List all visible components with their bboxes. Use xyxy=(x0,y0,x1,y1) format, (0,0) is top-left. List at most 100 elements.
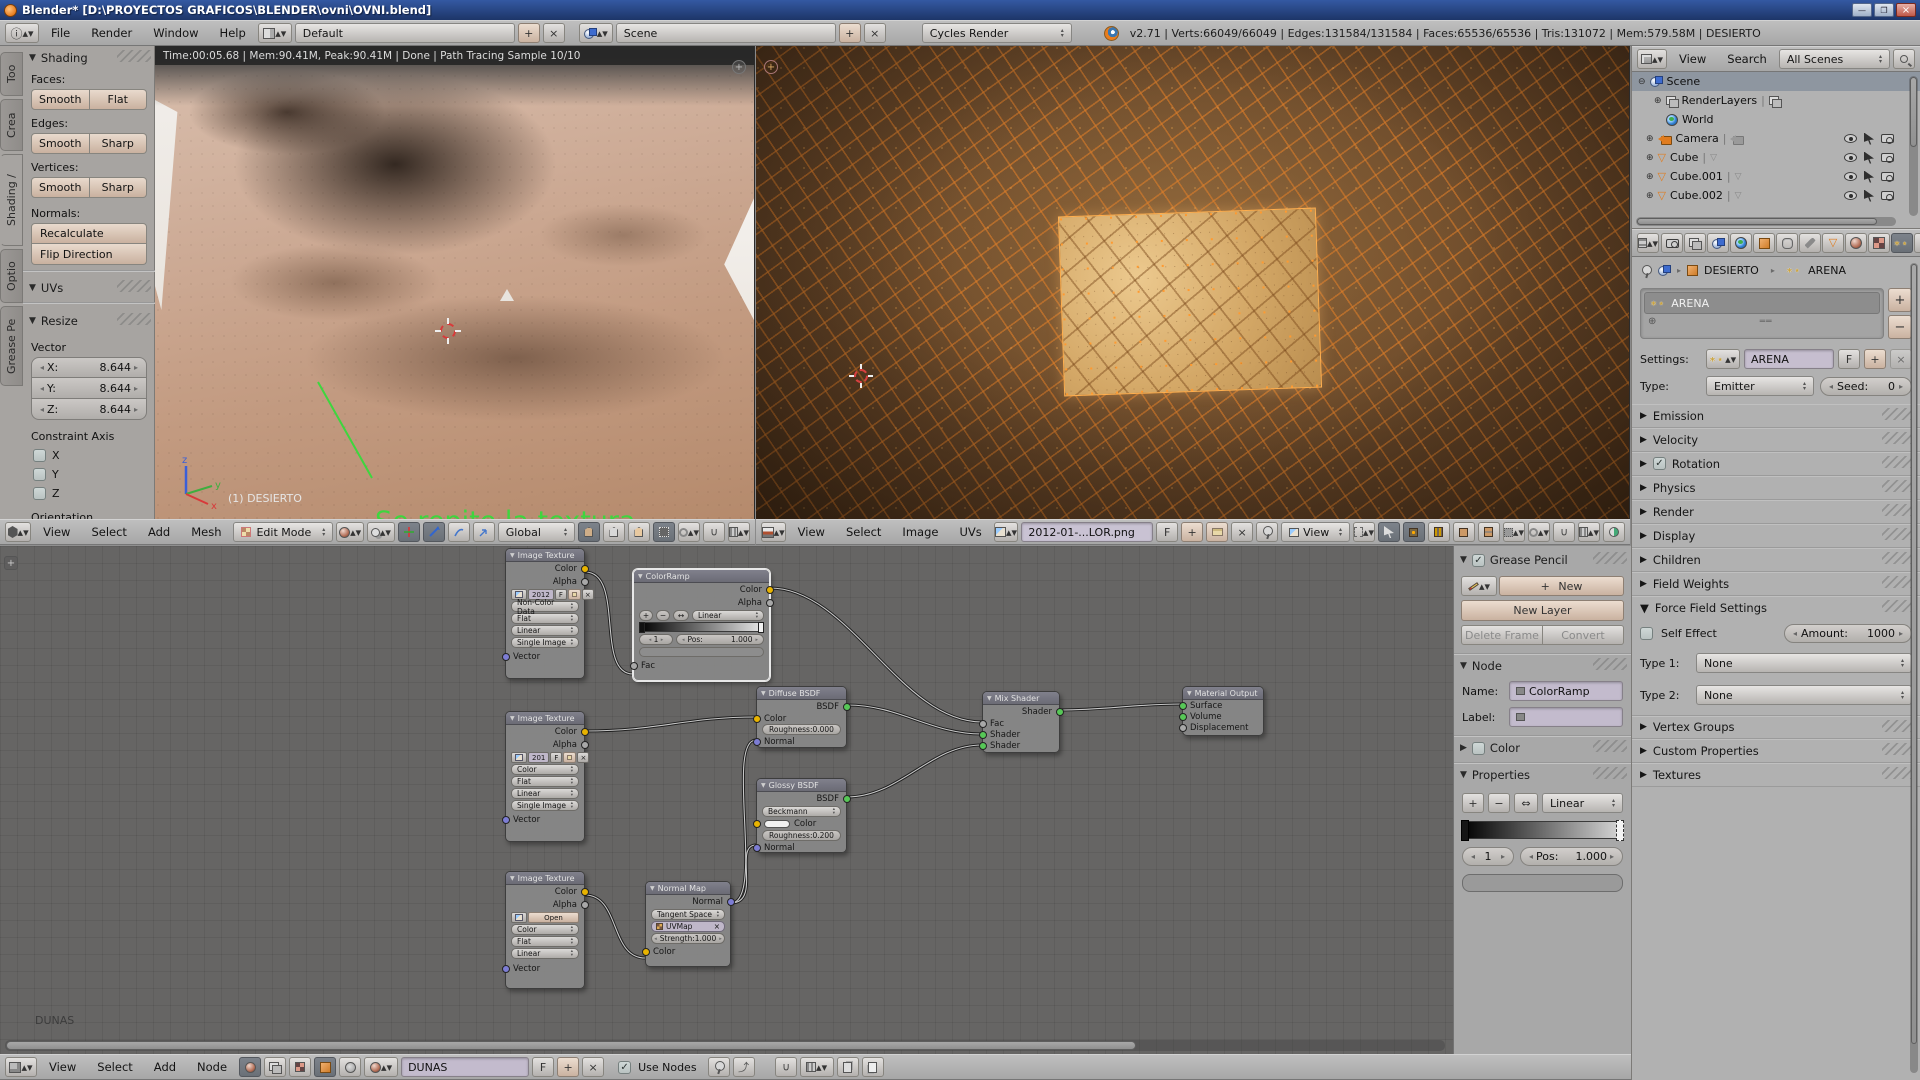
node-image-texture-1[interactable]: ▼Image Texture Color Alpha 2012 F × Non-… xyxy=(505,548,585,679)
uv-menu-select[interactable]: Select xyxy=(837,519,890,545)
delete-layout-button[interactable]: × xyxy=(543,23,565,43)
tab-world[interactable] xyxy=(1730,233,1752,253)
particle-system-item[interactable]: *﹡ ARENA xyxy=(1644,292,1880,314)
breadcrumb-particles[interactable]: ARENA xyxy=(1808,264,1846,277)
node-menu-node[interactable]: Node xyxy=(188,1054,236,1080)
vertices-sharp-button[interactable]: Sharp xyxy=(90,177,148,198)
outliner-editor-type-button[interactable]: ▴▾ xyxy=(1637,49,1667,69)
faces-smooth-button[interactable]: Smooth xyxy=(31,89,90,110)
menu-help[interactable]: Help xyxy=(211,20,255,46)
socket-alpha-out[interactable] xyxy=(766,599,774,607)
grease-pencil-checkbox[interactable]: ✓ xyxy=(1472,554,1485,567)
selectable-cursor-icon[interactable] xyxy=(1864,171,1874,183)
uv-pivot-select[interactable]: View▴▾ xyxy=(1281,522,1350,542)
visibility-eye-icon[interactable] xyxy=(1844,153,1857,162)
outliner-menu-view[interactable]: View xyxy=(1670,46,1715,72)
delete-scene-button[interactable]: × xyxy=(864,23,886,43)
mode-select[interactable]: Edit Mode▴▾ xyxy=(233,522,333,542)
panel-physics[interactable]: ▶Physics xyxy=(1632,476,1920,500)
ramp-interpolation-select[interactable]: Linear▴▾ xyxy=(692,610,764,621)
outliner-menu-search[interactable]: Search xyxy=(1718,46,1776,72)
socket-vector-in[interactable] xyxy=(502,965,510,973)
tab-texture[interactable] xyxy=(1868,233,1890,253)
outliner-row-camera[interactable]: ⊕ Camera | xyxy=(1632,129,1920,148)
uv-editor-type-button[interactable]: ▴▾ xyxy=(761,522,786,542)
strength-field[interactable]: ◂Strength:1.000▸ xyxy=(651,933,725,944)
copy-nodes-button[interactable] xyxy=(837,1057,859,1077)
close-button[interactable]: × xyxy=(1896,3,1916,17)
node-editor-type-button[interactable]: ▴▾ xyxy=(5,1057,37,1077)
resize-panel-header[interactable]: ▼Resize xyxy=(23,309,155,333)
manipulator-extra-button[interactable] xyxy=(473,522,495,542)
render-opengl-button[interactable]: ▴▾ xyxy=(728,522,750,542)
viewport-menu-mesh[interactable]: Mesh xyxy=(182,519,230,545)
properties-panel-header[interactable]: ▼Properties xyxy=(1454,763,1631,787)
add-scene-button[interactable]: + xyxy=(839,23,861,43)
viewport-shading-button[interactable]: ▴▾ xyxy=(336,522,364,542)
socket-volume-in[interactable] xyxy=(1179,713,1187,721)
selectable-cursor-icon[interactable] xyxy=(1864,190,1874,202)
type1-select[interactable]: None▴▾ xyxy=(1696,653,1912,673)
uv-sticky-select-button[interactable] xyxy=(1378,522,1400,542)
uv-menu-view[interactable]: View xyxy=(789,519,834,545)
node-snap-button[interactable]: ∩ xyxy=(775,1057,797,1077)
socket-bsdf-out[interactable] xyxy=(843,703,851,711)
ramp-panel-interp-select[interactable]: Linear▴▾ xyxy=(1542,793,1623,813)
limit-selection-button[interactable] xyxy=(653,522,675,542)
panel-children[interactable]: ▶Children xyxy=(1632,548,1920,572)
edge-select-button[interactable] xyxy=(603,522,625,542)
shelf-tab-tools[interactable]: Too xyxy=(0,52,23,96)
node-image-texture-3[interactable]: ▼Image Texture Color Alpha Open Color▴▾ … xyxy=(505,871,585,989)
socket-color-in[interactable] xyxy=(642,948,650,956)
outliner-row-scene[interactable]: ⊖ Scene xyxy=(1632,72,1920,91)
socket-color-in[interactable] xyxy=(753,715,761,723)
particle-system-remove-button[interactable]: − xyxy=(1888,315,1912,339)
shelf-tab-grease-pencil[interactable]: Grease Pe xyxy=(0,306,23,386)
socket-shader1-in[interactable] xyxy=(979,731,987,739)
socket-shader-out[interactable] xyxy=(1056,708,1064,716)
panel-display[interactable]: ▶Display xyxy=(1632,524,1920,548)
outliner-row-cube002[interactable]: ⊕ ▽ Cube.002 | ▽ xyxy=(1632,186,1920,205)
outliner-vscrollbar[interactable] xyxy=(1909,76,1918,216)
tab-object[interactable] xyxy=(1753,233,1775,253)
ramp-panel-flip-button[interactable]: ⇔ xyxy=(1514,793,1538,813)
node-colorramp[interactable]: ▼ColorRamp Color Alpha + − ↔ Linear▴▾ ◂ … xyxy=(633,569,770,681)
vector-y-field[interactable]: ◂Y:8.644▸ xyxy=(31,378,147,399)
image-fake-user-button[interactable]: F xyxy=(1156,522,1178,542)
unlink-image-button[interactable]: × xyxy=(582,589,594,600)
ramp-color-swatch[interactable] xyxy=(639,647,764,657)
outliner-hscrollbar[interactable] xyxy=(1636,217,1896,226)
uv-snap-button[interactable]: ▴▾ xyxy=(1503,522,1525,542)
parent-node-tree-button[interactable]: ⤴ xyxy=(733,1057,755,1077)
node-panel-header[interactable]: ▼Node xyxy=(1454,654,1631,678)
panel-velocity[interactable]: ▶Velocity xyxy=(1632,428,1920,452)
uv-selected-region[interactable] xyxy=(1058,208,1322,397)
socket-surface-in[interactable] xyxy=(1179,702,1187,710)
manipulator-rotate-button[interactable] xyxy=(423,522,445,542)
panel-custom-properties[interactable]: ▶Custom Properties xyxy=(1632,739,1920,763)
screen-layout-icon-button[interactable]: ▴▾ xyxy=(258,23,292,43)
ramp-panel-pos[interactable]: ◂Pos:1.000▸ xyxy=(1520,847,1623,866)
gradient-stop-left[interactable] xyxy=(1461,820,1469,841)
uv-menu-uvs[interactable]: UVs xyxy=(950,519,990,545)
panel-field-weights[interactable]: ▶Field Weights xyxy=(1632,572,1920,596)
vertex-select-button[interactable] xyxy=(578,522,600,542)
settings-fake-user-button[interactable]: F xyxy=(1838,349,1860,369)
seed-field[interactable]: ◂Seed:0▸ xyxy=(1820,377,1912,396)
shelf-tab-create[interactable]: Crea xyxy=(0,99,23,151)
orientation-select[interactable]: Global▴▾ xyxy=(498,522,575,542)
glossy-color-swatch[interactable] xyxy=(764,820,790,828)
renderable-camera-icon[interactable] xyxy=(1881,172,1894,181)
color-space-select[interactable]: Color▴▾ xyxy=(511,924,579,935)
node-diffuse-bsdf[interactable]: ▼Diffuse BSDF BSDF Color Roughness:0.000… xyxy=(756,686,847,748)
region-expand-icon[interactable]: + xyxy=(732,60,746,74)
node-mix-shader[interactable]: ▼Mix Shader Shader Fac Shader Shader xyxy=(982,691,1060,753)
new-layer-button[interactable]: New Layer xyxy=(1461,600,1624,621)
outliner-scope-select[interactable]: All Scenes▴▾ xyxy=(1779,49,1890,69)
renderable-camera-icon[interactable] xyxy=(1881,191,1894,200)
use-nodes-checkbox[interactable]: ✓ xyxy=(618,1061,631,1074)
ramp-stop-index[interactable]: ◂ 1 ▸ xyxy=(639,634,673,645)
color-space-select[interactable]: Color▴▾ xyxy=(511,764,579,775)
uv-snap-mode-button[interactable]: ▴▾ xyxy=(1578,522,1600,542)
convert-button[interactable]: Convert xyxy=(1543,625,1624,645)
